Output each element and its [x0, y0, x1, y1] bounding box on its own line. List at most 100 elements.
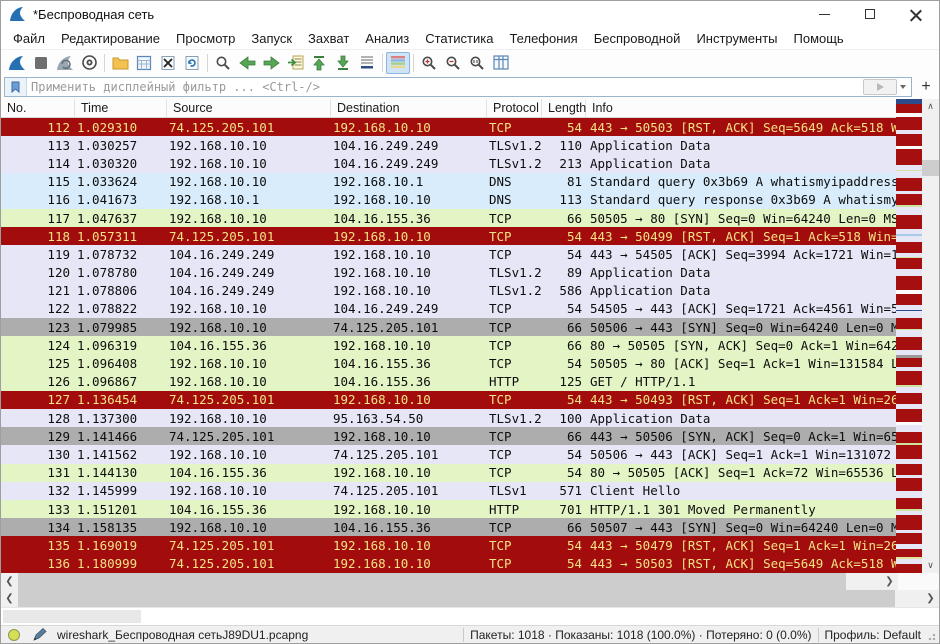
close-button[interactable]	[893, 1, 939, 27]
minimize-button[interactable]	[801, 1, 847, 27]
expert-info-button[interactable]	[5, 629, 23, 641]
cell-source: 192.168.10.10	[167, 356, 331, 371]
packet-row[interactable]: 1311.144130104.16.155.36192.168.10.10TCP…	[1, 464, 898, 482]
column-header-protocol[interactable]: Protocol	[487, 99, 542, 117]
vertical-scroll-track[interactable]	[922, 114, 939, 558]
packet-row[interactable]: 1131.030257192.168.10.10104.16.249.249TL…	[1, 136, 898, 154]
auto-scroll-icon[interactable]	[355, 52, 379, 74]
capture-options-icon[interactable]	[77, 52, 101, 74]
open-file-icon[interactable]	[108, 52, 132, 74]
packet-row[interactable]: 1281.137300192.168.10.1095.163.54.50TLSv…	[1, 409, 898, 427]
packet-row[interactable]: 1161.041673192.168.10.1192.168.10.10DNS1…	[1, 191, 898, 209]
packet-row[interactable]: 1291.14146674.125.205.101192.168.10.10TC…	[1, 427, 898, 445]
scroll-right-arrow-icon[interactable]: ❯	[881, 573, 898, 590]
menu-item-2[interactable]: Просмотр	[168, 29, 243, 48]
scroll-left-arrow-icon[interactable]: ❮	[1, 573, 18, 590]
packet-row[interactable]: 1261.096867192.168.10.10104.16.155.36HTT…	[1, 373, 898, 391]
packet-row[interactable]: 1351.16901974.125.205.101192.168.10.10TC…	[1, 536, 898, 554]
resize-columns-icon[interactable]	[489, 52, 513, 74]
packet-row[interactable]: 1331.151201104.16.155.36192.168.10.10HTT…	[1, 500, 898, 518]
column-header-length[interactable]: Length	[542, 99, 586, 117]
packet-row[interactable]: 1151.033624192.168.10.10192.168.10.1DNS8…	[1, 173, 898, 191]
packet-list-hscrollbar[interactable]: ❮ ❯	[1, 573, 898, 590]
column-header-source[interactable]: Source	[167, 99, 331, 117]
cell-info: 50507 → 443 [SYN] Seq=0 Win=64240 Len=0 …	[586, 520, 898, 535]
packet-row[interactable]: 1191.078732104.16.249.249192.168.10.10TC…	[1, 245, 898, 263]
vertical-scroll-thumb[interactable]	[922, 160, 939, 176]
menu-item-8[interactable]: Беспроводной	[586, 29, 689, 48]
secondary-hscrollbar[interactable]: ❮ ❯	[1, 590, 939, 607]
start-capture-icon[interactable]	[5, 52, 29, 74]
menu-item-0[interactable]: Файл	[5, 29, 53, 48]
menu-item-4[interactable]: Захват	[300, 29, 357, 48]
menu-item-5[interactable]: Анализ	[357, 29, 417, 48]
column-header-destination[interactable]: Destination	[331, 99, 487, 117]
packet-row[interactable]: 1141.030320192.168.10.10104.16.249.249TL…	[1, 154, 898, 172]
column-header-time[interactable]: Time	[75, 99, 167, 117]
add-filter-button[interactable]: +	[916, 77, 936, 97]
packet-row[interactable]: 1121.02931074.125.205.101192.168.10.10TC…	[1, 118, 898, 136]
cell-length: 586	[542, 283, 586, 298]
hscroll-thumb[interactable]	[18, 590, 895, 607]
find-packet-icon[interactable]	[211, 52, 235, 74]
packet-row[interactable]: 1361.18099974.125.205.101192.168.10.10TC…	[1, 555, 898, 573]
close-file-icon[interactable]	[156, 52, 180, 74]
packet-row[interactable]: 1271.13645474.125.205.101192.168.10.10TC…	[1, 391, 898, 409]
packet-row[interactable]: 1241.096319104.16.155.36192.168.10.10TCP…	[1, 336, 898, 354]
profile-label[interactable]: Профиль: Default	[825, 628, 922, 642]
scroll-left-arrow-icon[interactable]: ❮	[1, 590, 18, 607]
apply-filter-button[interactable]	[863, 79, 897, 95]
packet-row[interactable]: 1171.047637192.168.10.10104.16.155.36TCP…	[1, 209, 898, 227]
menu-item-9[interactable]: Инструменты	[688, 29, 785, 48]
colorize-packets-icon[interactable]	[386, 52, 410, 74]
scroll-right-arrow-icon[interactable]: ❯	[922, 590, 939, 607]
go-to-packet-icon[interactable]	[283, 52, 307, 74]
scroll-down-arrow-icon[interactable]: ∨	[922, 558, 939, 573]
intelligent-scrollbar-minimap[interactable]	[896, 99, 922, 573]
menu-item-7[interactable]: Телефония	[501, 29, 585, 48]
zoom-original-icon[interactable]	[465, 52, 489, 74]
packet-row[interactable]: 1301.141562192.168.10.1074.125.205.101TC…	[1, 445, 898, 463]
save-file-icon[interactable]	[132, 52, 156, 74]
menu-item-6[interactable]: Статистика	[417, 29, 501, 48]
cell-no: 126	[1, 374, 75, 389]
packet-row[interactable]: 1181.05731174.125.205.101192.168.10.10TC…	[1, 227, 898, 245]
packet-row[interactable]: 1221.078822192.168.10.10104.16.249.249TC…	[1, 300, 898, 318]
hscroll-thumb[interactable]	[18, 573, 846, 590]
zoom-out-icon[interactable]	[441, 52, 465, 74]
cell-source: 192.168.10.10	[167, 138, 331, 153]
maximize-button[interactable]	[847, 1, 893, 27]
display-filter-input[interactable]	[27, 78, 863, 96]
go-first-icon[interactable]	[307, 52, 331, 74]
stop-capture-icon[interactable]	[29, 52, 53, 74]
menu-item-10[interactable]: Помощь	[786, 29, 852, 48]
filter-dropdown-caret-icon[interactable]	[900, 85, 906, 89]
packet-row[interactable]: 1341.158135192.168.10.10104.16.155.36TCP…	[1, 518, 898, 536]
capture-comment-button[interactable]	[31, 628, 49, 641]
cell-info: 443 → 50503 [RST, ACK] Seq=5649 Ack=518 …	[586, 556, 898, 571]
packet-row[interactable]: 1251.096408192.168.10.10104.16.155.36TCP…	[1, 354, 898, 372]
scroll-up-arrow-icon[interactable]: ∧	[922, 99, 939, 114]
packet-row[interactable]: 1211.078806104.16.249.249192.168.10.10TL…	[1, 282, 898, 300]
packet-row[interactable]: 1201.078780104.16.249.249192.168.10.10TL…	[1, 264, 898, 282]
go-next-icon[interactable]	[259, 52, 283, 74]
packet-row[interactable]: 1231.079985192.168.10.1074.125.205.101TC…	[1, 318, 898, 336]
restart-capture-icon[interactable]	[53, 52, 77, 74]
column-header-no[interactable]: No.	[1, 99, 75, 117]
go-last-icon[interactable]	[331, 52, 355, 74]
reload-file-icon[interactable]	[180, 52, 204, 74]
cell-protocol: TCP	[487, 211, 542, 226]
menu-item-3[interactable]: Запуск	[243, 29, 300, 48]
zoom-in-icon[interactable]	[417, 52, 441, 74]
cell-protocol: TLSv1.2	[487, 411, 542, 426]
column-header-info[interactable]: Info	[586, 99, 898, 117]
packet-row[interactable]: 1321.145999192.168.10.1074.125.205.101TL…	[1, 482, 898, 500]
vertical-scrollbar[interactable]: ∧ ∨	[922, 99, 939, 573]
menu-item-1[interactable]: Редактирование	[53, 29, 168, 48]
resize-grip[interactable]	[925, 630, 937, 642]
cell-length: 701	[542, 502, 586, 517]
cell-protocol: TCP	[487, 301, 542, 316]
cell-length: 66	[542, 211, 586, 226]
filter-bookmark-button[interactable]	[5, 78, 27, 96]
go-previous-icon[interactable]	[235, 52, 259, 74]
